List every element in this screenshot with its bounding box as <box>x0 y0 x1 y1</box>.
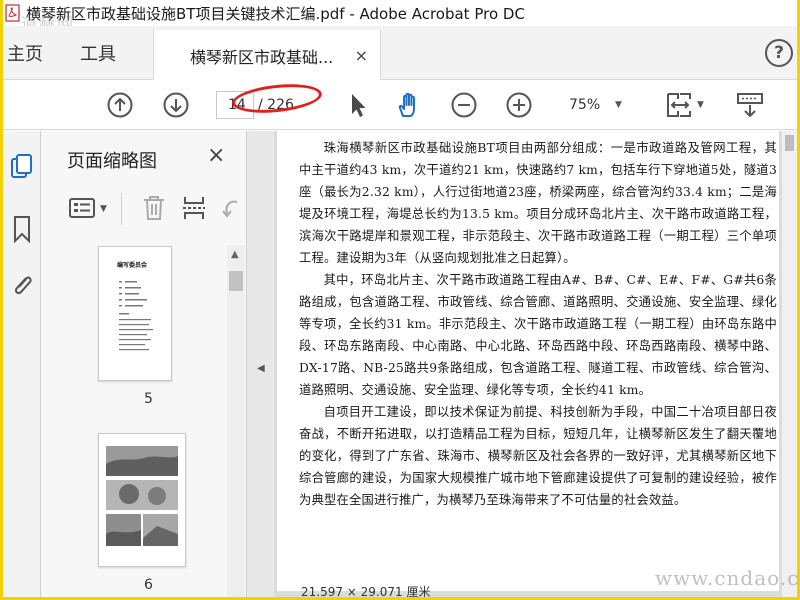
document-view[interactable]: 珠海横琴新区市政基础设施BT项目由两部分组成：一是市政道路及管网工程，其中主干道… <box>274 131 797 597</box>
document-tab-label: 横琴新区市政基础... <box>190 47 334 67</box>
thumbnail-photo-page <box>106 446 178 546</box>
help-button[interactable]: ? <box>765 39 793 67</box>
delete-page-icon[interactable] <box>141 194 167 222</box>
tool-divider <box>121 193 122 225</box>
tab-home[interactable]: 主页 <box>7 40 43 66</box>
bookmarks-icon[interactable] <box>9 215 35 243</box>
options-chevron-icon[interactable]: ▼ <box>100 204 107 214</box>
panel-scroll-thumb[interactable] <box>229 271 243 291</box>
thumbnail-page-number: 6 <box>144 577 153 593</box>
panel-close-button[interactable]: × <box>207 143 225 168</box>
zoom-level-select[interactable]: 75% <box>569 97 600 113</box>
navigation-rail <box>3 131 41 597</box>
document-scrollbar[interactable] <box>782 131 797 597</box>
hand-tool-icon[interactable] <box>394 91 426 119</box>
page-thumbnails-icon[interactable] <box>9 153 35 181</box>
tab-document[interactable]: 横琴新区市政基础... × <box>153 30 381 81</box>
panel-scrollbar[interactable]: ▲ <box>227 245 245 597</box>
close-tab-button[interactable]: × <box>355 46 368 65</box>
select-cursor-icon[interactable] <box>344 91 372 119</box>
zoom-out-icon[interactable] <box>450 91 478 119</box>
title-bar: 横琴新区市政基础设施BT项目关键技术汇编.pdf - Adobe Acrobat… <box>3 0 797 26</box>
collapse-arrow-icon[interactable]: ◀ <box>257 363 265 374</box>
zoom-in-icon[interactable] <box>505 91 533 119</box>
tab-bar: 主页 工具 横琴新区市政基础... × ? <box>3 26 797 81</box>
page-size-status: 21.597 × 29.071 厘米 <box>301 585 431 597</box>
tab-tools[interactable]: 工具 <box>80 40 116 66</box>
pdf-page: 珠海横琴新区市政基础设施BT项目由两部分组成：一是市政道路及管网工程，其中主干道… <box>277 131 779 597</box>
fit-page-icon[interactable] <box>664 91 694 119</box>
document-paragraph: 珠海横琴新区市政基础设施BT项目由两部分组成：一是市政道路及管网工程，其中主干道… <box>299 141 777 265</box>
rotate-page-icon[interactable] <box>221 196 241 222</box>
scroll-up-arrow-icon[interactable]: ▲ <box>231 249 239 260</box>
watermark-bottom-right: www.cndao.com <box>655 566 800 590</box>
panel-title: 页面缩略图 <box>67 151 157 172</box>
extract-page-icon[interactable] <box>181 194 207 222</box>
page-thumbnail-6[interactable] <box>98 433 186 567</box>
acrobat-window: 横琴新区市政基础设施BT项目关键技术汇编.pdf - Adobe Acrobat… <box>3 0 797 597</box>
thumbnail-options-icon[interactable] <box>69 197 95 219</box>
scroll-mode-icon[interactable] <box>735 91 765 119</box>
document-paragraph: 自项目开工建设，即以技术保证为前提、科技创新为手段，中国二十冶项目部日夜奋战，不… <box>299 405 777 507</box>
window-title: 横琴新区市政基础设施BT项目关键技术汇编.pdf - Adobe Acrobat… <box>26 4 525 23</box>
panel-toolbar: ▼ <box>55 191 245 227</box>
zoom-dropdown-chevron-icon[interactable]: ▼ <box>615 100 622 110</box>
panel-collapse-handle[interactable]: ◀ <box>247 131 274 597</box>
fit-dropdown-chevron-icon[interactable]: ▼ <box>697 100 704 110</box>
page-down-icon[interactable] <box>162 91 190 119</box>
document-scroll-thumb[interactable] <box>785 135 794 151</box>
page-thumbnails-panel: 页面缩略图 × ▼ 编写委员会 5 6 ▲ <box>41 131 247 597</box>
acrobat-app-icon[interactable] <box>4 4 22 22</box>
thumbnail-page-number: 5 <box>144 391 153 407</box>
page-thumbnail-5[interactable]: 编写委员会 <box>98 246 172 381</box>
page-up-icon[interactable] <box>106 91 134 119</box>
document-paragraph: 其中，环岛北片主、次干路市政道路工程由A#、B#、C#、E#、F#、G#共6条路… <box>299 273 777 397</box>
thumbnail-heading: 编写委员会 <box>117 262 148 269</box>
main-toolbar: 14 / 226 75% ▼ ▼ <box>3 80 797 130</box>
attachments-icon[interactable] <box>9 271 35 299</box>
